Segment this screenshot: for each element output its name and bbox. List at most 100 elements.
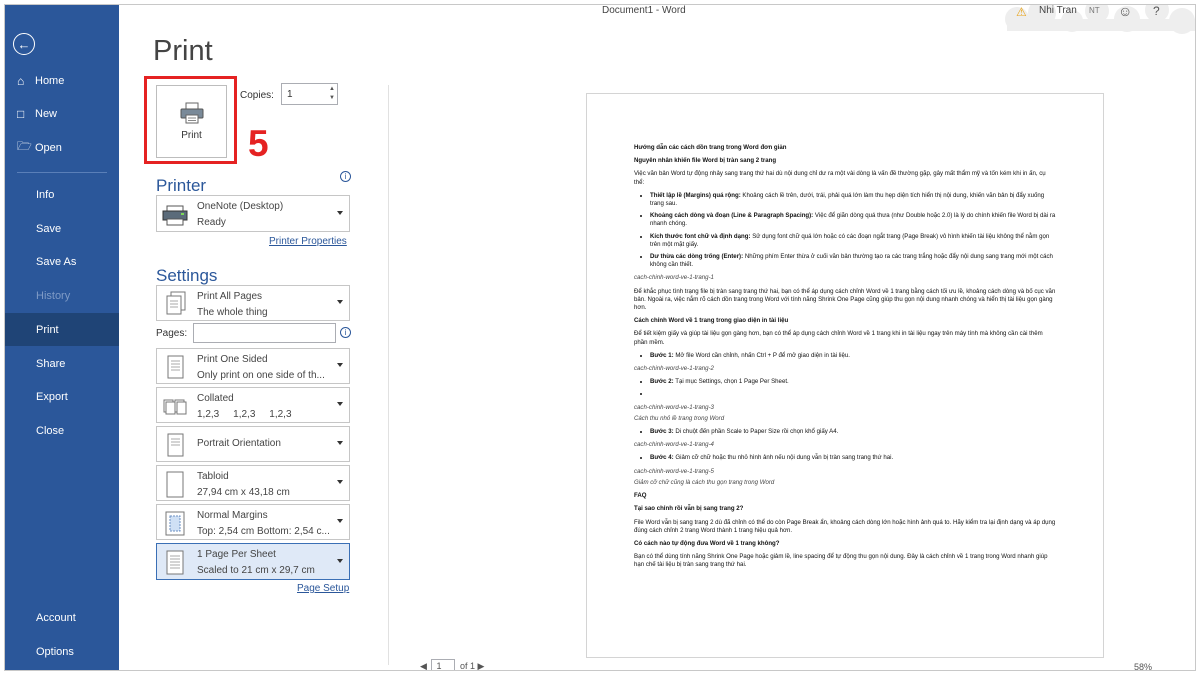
- user-initials: NT: [1089, 6, 1100, 15]
- user-name[interactable]: Nhi Tran: [1039, 5, 1077, 16]
- highlight-annotation: [144, 76, 237, 164]
- pages-info-icon[interactable]: i: [340, 327, 351, 338]
- paper-size-icon: [166, 471, 184, 498]
- chevron-down-icon: [337, 480, 343, 484]
- next-page-icon[interactable]: ▶: [477, 661, 484, 670]
- sides-dropdown[interactable]: Print One Sided Only print on one side o…: [156, 348, 350, 384]
- printer-dropdown[interactable]: OneNote (Desktop) Ready: [156, 195, 350, 232]
- printer-device-icon: [162, 205, 188, 226]
- preview-content: Hướng dẫn các cách dồn trang trong Word …: [634, 144, 1057, 575]
- chevron-down-icon: [337, 402, 343, 406]
- sidebar-item-open[interactable]: 🗁 Open: [5, 131, 119, 164]
- print-preview-page: Hướng dẫn các cách dồn trang trong Word …: [586, 93, 1104, 658]
- sidebar-item-options[interactable]: Options: [5, 635, 119, 668]
- step-number-annotation: 5: [248, 123, 269, 164]
- paper-size-desc: 27,94 cm x 43,18 cm: [197, 487, 290, 498]
- page-setup-link[interactable]: Page Setup: [297, 583, 349, 594]
- pages-per-sheet-label: 1 Page Per Sheet: [197, 549, 276, 560]
- print-range-label: Print All Pages: [197, 291, 263, 302]
- sidebar-item-save[interactable]: Save: [5, 212, 119, 245]
- list-item: Dư thừa các dòng trống (Enter): Những ph…: [650, 253, 1057, 269]
- sides-label: Print One Sided: [197, 354, 268, 365]
- preview-list: Thiết lập lề (Margins) quá rộng: Khoảng …: [650, 192, 1057, 270]
- list-item: Khoảng cách dòng và đoạn (Line & Paragra…: [650, 212, 1057, 228]
- folder-icon: 🗁: [17, 139, 32, 153]
- printer-name: OneNote (Desktop): [197, 201, 284, 212]
- paper-size-dropdown[interactable]: Tabloid 27,94 cm x 43,18 cm: [156, 465, 350, 501]
- portrait-icon: [167, 433, 184, 457]
- collation-label: Collated: [197, 393, 234, 404]
- page-navigator: ◀ 1 of 1 ▶: [420, 659, 484, 671]
- margins-icon: [165, 511, 185, 536]
- list-item: Bước 3: Di chuột đến phần Scale to Paper…: [650, 428, 1057, 436]
- copies-label: Copies:: [240, 90, 274, 101]
- margins-desc: Top: 2,54 cm Bottom: 2,54 c...: [197, 526, 330, 537]
- chevron-down-icon: [337, 558, 343, 563]
- collation-desc: 1,2,3 1,2,3 1,2,3: [197, 409, 292, 420]
- page-count: of 1: [459, 661, 475, 671]
- chevron-down-icon: [337, 210, 343, 215]
- sidebar-item-home[interactable]: ⌂ Home: [5, 64, 119, 97]
- one-sided-icon: [167, 355, 184, 379]
- margins-label: Normal Margins: [197, 510, 268, 521]
- back-arrow-icon[interactable]: ←: [13, 33, 35, 55]
- list-item: Thiết lập lề (Margins) quá rộng: Khoảng …: [650, 192, 1057, 208]
- help-icon[interactable]: ?: [1153, 5, 1160, 18]
- prev-page-icon[interactable]: ◀: [420, 661, 427, 670]
- sidebar-item-new[interactable]: □ New: [5, 97, 119, 130]
- home-icon: ⌂: [17, 73, 25, 88]
- current-page-input[interactable]: 1: [431, 659, 456, 670]
- spinner-arrows-icon[interactable]: ▲ ▼: [329, 85, 335, 103]
- pages-input[interactable]: [193, 323, 336, 343]
- collated-icon: [163, 399, 187, 415]
- orientation-dropdown[interactable]: Portrait Orientation: [156, 426, 350, 462]
- chevron-down-icon: [337, 441, 343, 445]
- copies-stepper[interactable]: 1 ▲ ▼: [281, 83, 338, 105]
- list-item: Kích thước font chữ và định dạng: Sử dụn…: [650, 233, 1057, 249]
- title-bar: Document1 - Word ⚠ Nhi Tran NT ☺ ?: [119, 5, 1195, 34]
- sidebar-item-info[interactable]: Info: [5, 178, 119, 211]
- sidebar-item-close[interactable]: Close: [5, 414, 119, 447]
- title-bar-pattern-icon: [1005, 5, 1195, 34]
- pages-label: Pages:: [156, 328, 188, 339]
- list-item: [650, 390, 1057, 398]
- printer-properties-link[interactable]: Printer Properties: [269, 236, 347, 247]
- margins-dropdown[interactable]: Normal Margins Top: 2,54 cm Bottom: 2,54…: [156, 504, 350, 540]
- sides-desc: Only print on one side of th...: [197, 370, 325, 381]
- sidebar-divider: [17, 172, 107, 173]
- share-people-icon[interactable]: ☺: [1118, 5, 1132, 19]
- orientation-label: Portrait Orientation: [197, 438, 281, 449]
- chevron-down-icon: [337, 363, 343, 367]
- sidebar-item-save-as[interactable]: Save As: [5, 245, 119, 278]
- backstage-sidebar: ← ⌂ Home □ New 🗁 Open Info Save Save As …: [5, 5, 119, 670]
- page-title: Print: [153, 35, 213, 67]
- printer-status: Ready: [197, 217, 226, 228]
- list-item: Bước 1: Mở file Word cần chỉnh, nhấn Ctr…: [650, 352, 1057, 360]
- word-window: ← ⌂ Home □ New 🗁 Open Info Save Save As …: [4, 4, 1196, 671]
- sidebar-item-export[interactable]: Export: [5, 380, 119, 413]
- copies-value: 1: [287, 89, 293, 100]
- settings-heading: Settings: [156, 266, 218, 285]
- sidebar-item-share[interactable]: Share: [5, 347, 119, 380]
- printer-info-icon[interactable]: i: [340, 171, 351, 182]
- warning-icon[interactable]: ⚠: [1016, 5, 1027, 19]
- collation-dropdown[interactable]: Collated 1,2,3 1,2,3 1,2,3: [156, 387, 350, 423]
- chevron-down-icon: [337, 519, 343, 523]
- list-item: Bước 4: Giảm cỡ chữ hoặc thu nhỏ hình ản…: [650, 454, 1057, 462]
- sidebar-item-history: History: [36, 289, 71, 302]
- document-title: Document1 - Word: [602, 5, 686, 16]
- printer-heading: Printer: [156, 176, 207, 195]
- pages-icon: [166, 291, 186, 315]
- paper-size-label: Tabloid: [197, 471, 229, 482]
- sidebar-item-account[interactable]: Account: [5, 601, 119, 634]
- list-item: Bước 2: Tại mục Settings, chọn 1 Page Pe…: [650, 378, 1057, 386]
- panel-divider: [388, 85, 389, 665]
- pages-per-sheet-desc: Scaled to 21 cm x 29,7 cm: [197, 565, 315, 576]
- print-range-desc: The whole thing: [197, 307, 268, 318]
- pages-per-sheet-dropdown[interactable]: 1 Page Per Sheet Scaled to 21 cm x 29,7 …: [156, 543, 350, 580]
- new-document-icon: □: [17, 106, 25, 121]
- chevron-down-icon: [337, 300, 343, 304]
- zoom-level[interactable]: 58%: [1134, 662, 1152, 670]
- print-range-dropdown[interactable]: Print All Pages The whole thing: [156, 285, 350, 321]
- sidebar-item-print[interactable]: Print: [5, 313, 119, 346]
